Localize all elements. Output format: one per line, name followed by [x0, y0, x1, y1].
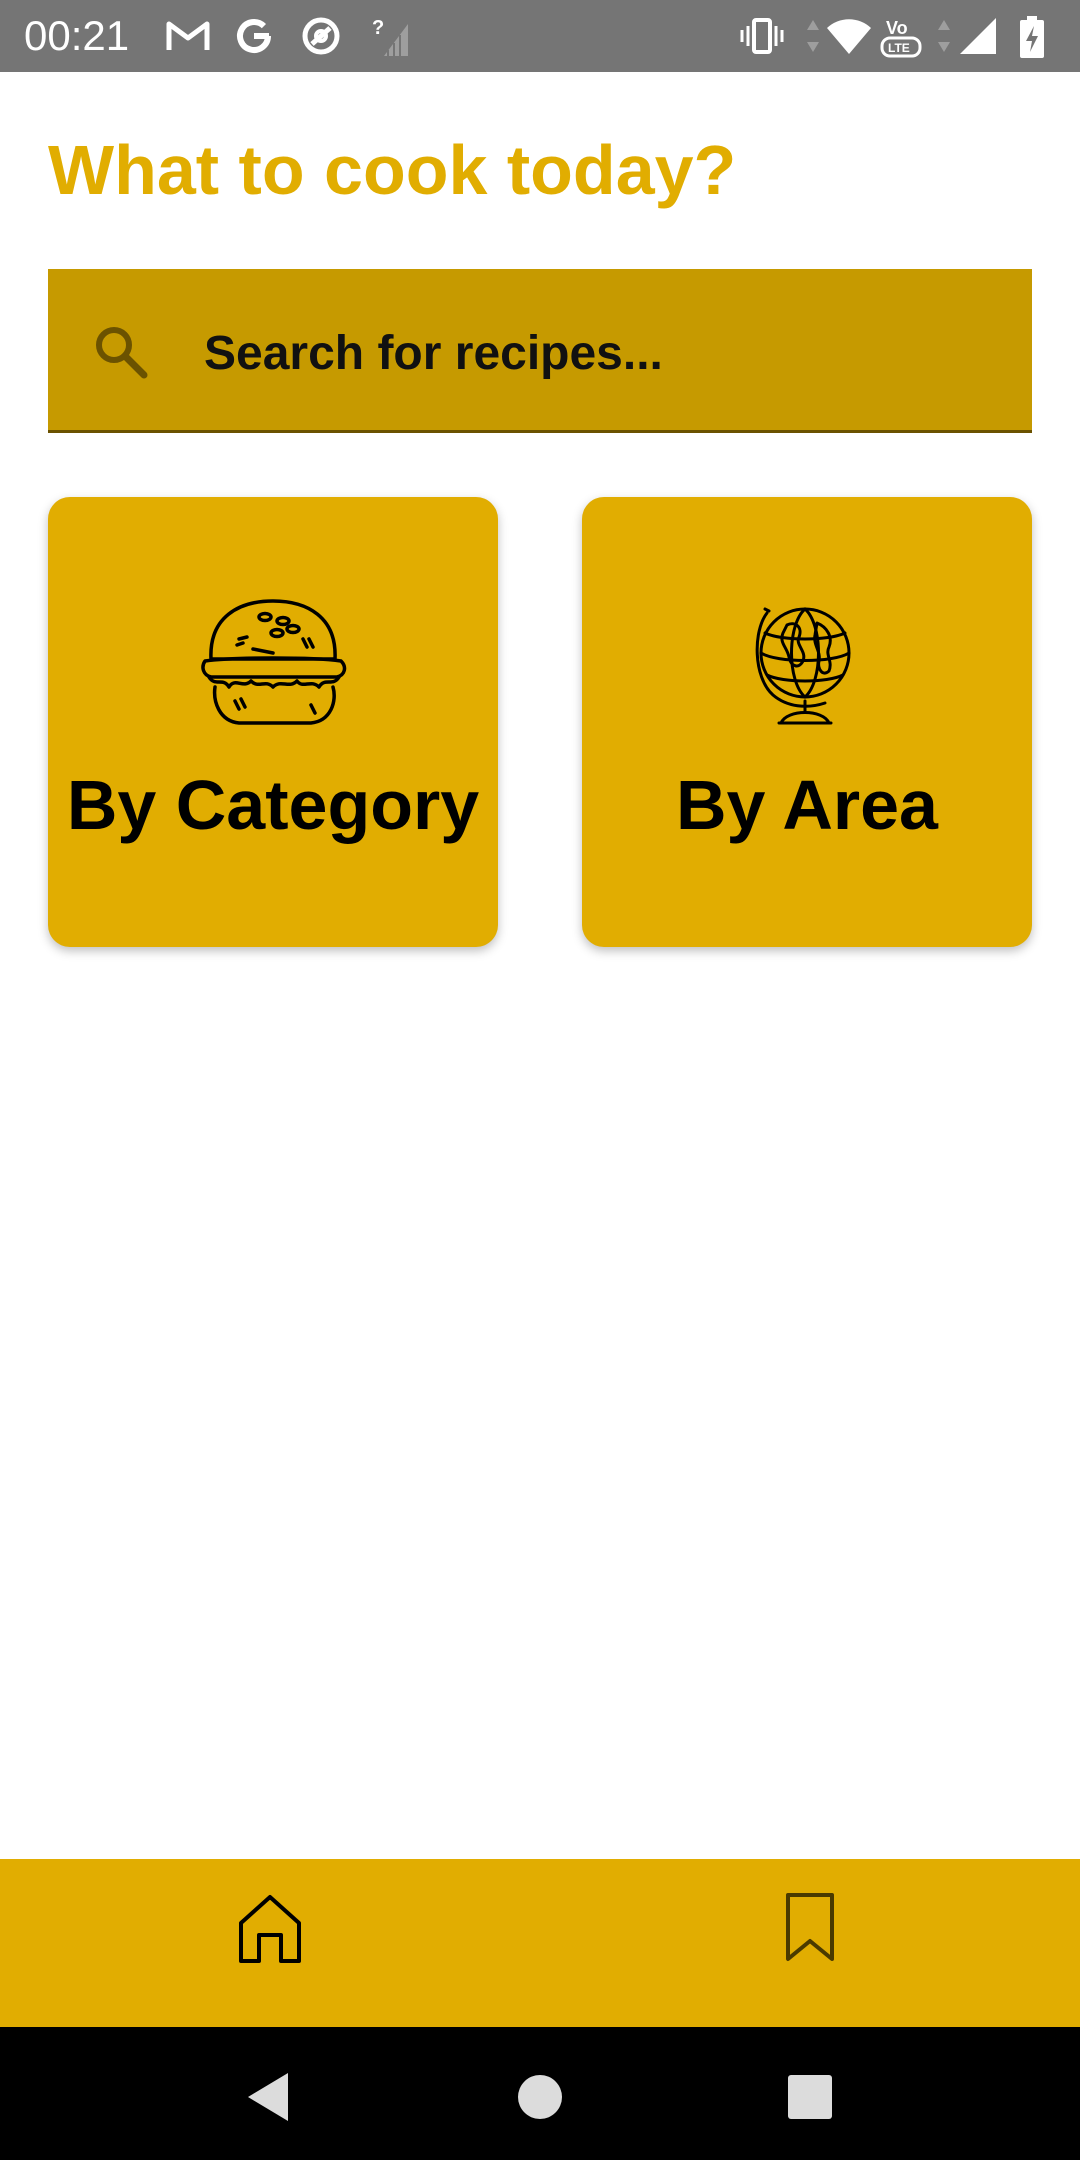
by-category-label: By Category	[66, 766, 480, 844]
back-icon[interactable]	[240, 2067, 300, 2127]
by-area-card[interactable]: By Area	[582, 497, 1032, 947]
system-navigation-bar	[0, 2027, 1080, 2160]
by-area-label: By Area	[676, 766, 938, 844]
nav-home[interactable]	[210, 1889, 330, 1999]
search-bar[interactable]	[48, 269, 1032, 433]
no-signal-icon: ?	[370, 16, 410, 56]
search-icon	[90, 321, 150, 381]
wifi-icon	[826, 16, 872, 56]
globe-icon	[582, 597, 1032, 737]
home-icon	[210, 1889, 330, 1969]
home-circle-icon[interactable]	[510, 2067, 570, 2127]
svg-text:LTE: LTE	[888, 41, 910, 55]
data-arrows-icon	[805, 16, 821, 56]
status-bar: 00:21 ? Vo LTE	[0, 0, 1080, 72]
svg-text:Vo: Vo	[886, 18, 908, 38]
recents-icon[interactable]	[780, 2067, 840, 2127]
bottom-navigation	[0, 1859, 1080, 2027]
google-icon	[234, 16, 274, 56]
gmail-icon	[165, 16, 211, 56]
by-category-card[interactable]: By Category	[48, 497, 498, 947]
status-time: 00:21	[24, 12, 130, 59]
vibrate-icon	[740, 16, 784, 56]
signal-icon	[958, 16, 998, 56]
svg-text:?: ?	[372, 17, 384, 39]
page-title: What to cook today?	[48, 131, 737, 209]
bookmark-icon	[750, 1889, 870, 1969]
nav-saved[interactable]	[750, 1889, 870, 1999]
burger-icon	[48, 597, 498, 737]
vpn-icon	[300, 16, 342, 56]
search-input[interactable]	[204, 325, 984, 381]
volte-icon: Vo LTE	[880, 16, 924, 58]
battery-charging-icon	[1018, 16, 1046, 58]
data-arrows-icon-2	[936, 16, 952, 56]
